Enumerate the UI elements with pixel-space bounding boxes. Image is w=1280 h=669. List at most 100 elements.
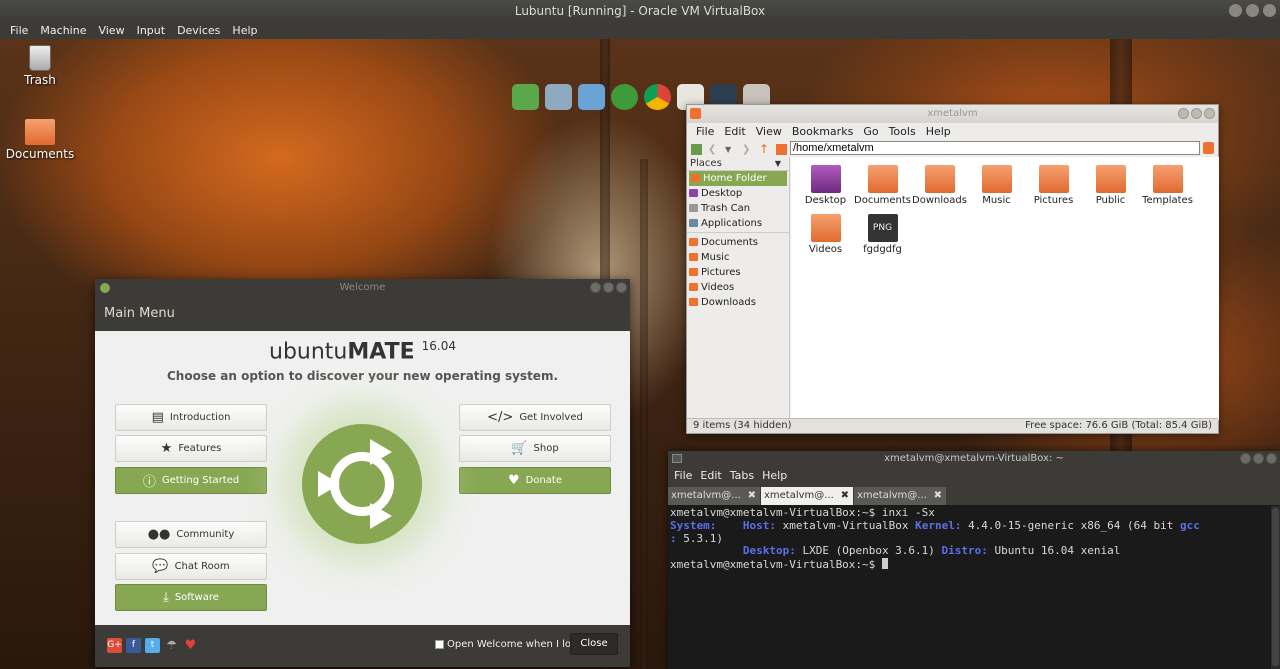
mail-icon[interactable] xyxy=(545,84,572,110)
host-menu-input[interactable]: Input xyxy=(131,22,171,39)
heart-icon[interactable]: ♥ xyxy=(183,638,198,653)
fm-menu-help[interactable]: Help xyxy=(921,123,956,141)
term-menu-tabs[interactable]: Tabs xyxy=(726,467,758,485)
minimize-icon[interactable] xyxy=(590,282,601,293)
sidebar-item-applications[interactable]: Applications xyxy=(687,216,789,231)
minimize-icon[interactable] xyxy=(1240,453,1251,464)
close-icon[interactable] xyxy=(616,282,627,293)
fm-menu-file[interactable]: File xyxy=(691,123,719,141)
term-menu-edit[interactable]: Edit xyxy=(696,467,725,485)
desktop-trash[interactable]: Trash xyxy=(5,45,75,87)
host-menu-file[interactable]: File xyxy=(4,22,34,39)
sidebar-item-home-folder[interactable]: Home Folder xyxy=(689,171,787,186)
host-menu-devices[interactable]: Devices xyxy=(171,22,226,39)
minimize-icon[interactable] xyxy=(1178,108,1189,119)
path-input[interactable] xyxy=(790,141,1200,155)
places-header[interactable]: Places ▼ xyxy=(687,157,789,171)
desktop-documents[interactable]: Documents xyxy=(5,119,75,161)
term-menu-file[interactable]: File xyxy=(670,467,696,485)
media-icon[interactable] xyxy=(578,84,605,110)
home-icon[interactable] xyxy=(776,144,787,155)
up-icon[interactable]: ↑ xyxy=(759,143,770,155)
terminal-output[interactable]: xmetalvm@xmetalvm-VirtualBox:~$ inxi -Sx… xyxy=(668,506,1268,669)
host-menu-machine[interactable]: Machine xyxy=(34,22,92,39)
logo-version: 16.04 xyxy=(421,339,456,353)
term-menu-help[interactable]: Help xyxy=(758,467,791,485)
file-item-public[interactable]: Public xyxy=(1082,161,1139,210)
community-button[interactable]: ●● Community xyxy=(115,521,267,548)
getting-started-button[interactable]: ⓘ Getting Started xyxy=(115,467,267,494)
software-button[interactable]: ⤓ Software xyxy=(115,584,267,611)
terminal-tab[interactable]: xmetalvm@... ✖ xyxy=(668,487,760,505)
features-button[interactable]: ★ Features xyxy=(115,435,267,462)
forward-icon[interactable]: ❯ xyxy=(742,144,753,155)
file-item-fgdgdfg[interactable]: PNG fgdgdfg xyxy=(854,210,911,259)
terminal-tab[interactable]: xmetalvm@... ✖ xyxy=(854,487,946,505)
umbrella-icon[interactable]: ☂ xyxy=(164,638,179,653)
maximize-icon[interactable] xyxy=(1191,108,1202,119)
close-button[interactable]: Close xyxy=(570,633,618,655)
host-value: xmetalvm-VirtualBox xyxy=(782,518,909,532)
file-item-templates[interactable]: Templates xyxy=(1139,161,1196,210)
introduction-button[interactable]: ▤ Introduction xyxy=(115,404,267,431)
item-count: 9 items (34 hidden) xyxy=(693,420,792,431)
close-icon[interactable] xyxy=(1263,4,1276,17)
maximize-icon[interactable] xyxy=(1246,4,1259,17)
facebook-icon[interactable]: f xyxy=(126,638,141,653)
host-menu-help[interactable]: Help xyxy=(226,22,263,39)
sidebar-item-downloads[interactable]: Downloads xyxy=(687,295,789,310)
file-item-documents[interactable]: Documents xyxy=(854,161,911,210)
file-item-pictures[interactable]: Pictures xyxy=(1025,161,1082,210)
get-involved-button[interactable]: </> Get Involved xyxy=(459,404,611,431)
writer-icon[interactable] xyxy=(512,84,539,110)
sidebar-item-desktop[interactable]: Desktop xyxy=(687,186,789,201)
twitter-icon[interactable]: t xyxy=(145,638,160,653)
file-item-music[interactable]: Music xyxy=(968,161,1025,210)
chrome-icon[interactable] xyxy=(644,84,671,110)
close-icon[interactable]: ✖ xyxy=(841,487,849,505)
sidebar-item-trash-can[interactable]: Trash Can xyxy=(687,201,789,216)
sidebar-item-videos[interactable]: Videos xyxy=(687,280,789,295)
fm-menu-tools[interactable]: Tools xyxy=(884,123,921,141)
back-icon[interactable]: ❮ xyxy=(708,144,719,155)
maximize-icon[interactable] xyxy=(1253,453,1264,464)
file-item-desktop[interactable]: Desktop xyxy=(797,161,854,210)
close-icon[interactable] xyxy=(1204,108,1215,119)
donate-button[interactable]: ♥ Donate xyxy=(459,467,611,494)
terminal-scrollbar[interactable] xyxy=(1271,506,1280,669)
chat-room-button[interactable]: 💬 Chat Room xyxy=(115,553,267,580)
go-icon[interactable] xyxy=(1203,142,1214,154)
close-icon[interactable]: ✖ xyxy=(748,487,756,505)
host-menu-view[interactable]: View xyxy=(92,22,130,39)
minimize-icon[interactable] xyxy=(1229,4,1242,17)
maximize-icon[interactable] xyxy=(603,282,614,293)
places-label: Places xyxy=(690,158,722,169)
update-icon[interactable] xyxy=(611,84,638,110)
scrollbar-thumb[interactable] xyxy=(1272,508,1279,666)
file-item-downloads[interactable]: Downloads xyxy=(911,161,968,210)
welcome-window: Welcome Main Menu ubuntuMATE 16.04 Choos… xyxy=(95,279,630,667)
file-item-videos[interactable]: Videos xyxy=(797,210,854,259)
fm-menu-go[interactable]: Go xyxy=(858,123,883,141)
terminal-titlebar: xmetalvm@xmetalvm-VirtualBox: ~ xyxy=(668,451,1280,467)
terminal-tab-active[interactable]: xmetalvm@... ✖ xyxy=(761,487,853,505)
fm-menu-bookmarks[interactable]: Bookmarks xyxy=(787,123,858,141)
fm-menu-view[interactable]: View xyxy=(751,123,787,141)
new-tab-icon[interactable] xyxy=(691,144,702,155)
file-item-label: Downloads xyxy=(912,195,967,206)
sidebar-item-pictures[interactable]: Pictures xyxy=(687,265,789,280)
file-manager-title: xmetalvm xyxy=(927,108,978,119)
chevron-down-icon[interactable]: ▼ xyxy=(775,157,781,171)
cart-icon: 🛒 xyxy=(511,441,528,456)
close-icon[interactable] xyxy=(1266,453,1277,464)
sidebar-item-music[interactable]: Music xyxy=(687,250,789,265)
close-icon[interactable]: ✖ xyxy=(934,487,942,505)
fm-menu-edit[interactable]: Edit xyxy=(719,123,750,141)
history-dropdown-icon[interactable]: ▼ xyxy=(725,144,736,155)
sidebar-item-documents[interactable]: Documents xyxy=(687,235,789,250)
book-icon: ▤ xyxy=(151,410,164,425)
logo-mate: MATE xyxy=(347,339,415,365)
google-plus-icon[interactable]: G+ xyxy=(107,638,122,653)
checkbox-box[interactable] xyxy=(435,640,444,649)
shop-button[interactable]: 🛒 Shop xyxy=(459,435,611,462)
